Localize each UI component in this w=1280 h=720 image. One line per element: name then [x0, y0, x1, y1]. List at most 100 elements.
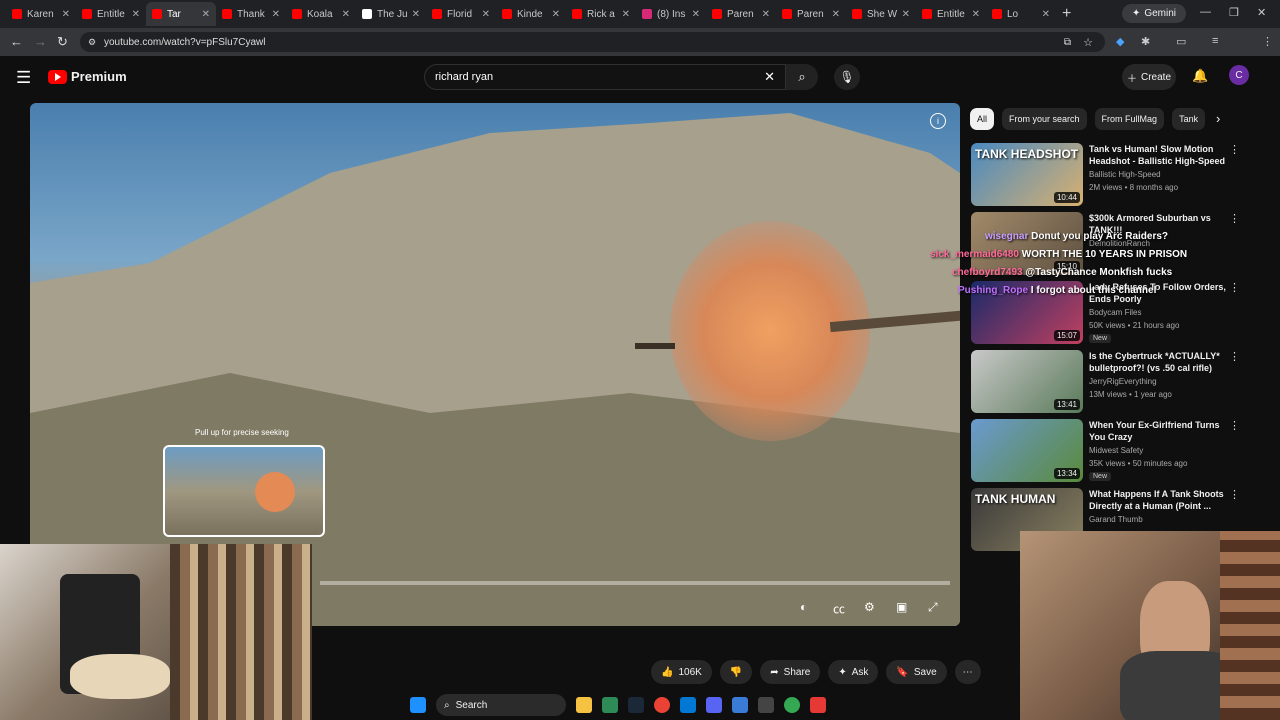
channel-name[interactable]: Garand Thumb: [1089, 515, 1143, 524]
progress-bar[interactable]: [320, 581, 950, 585]
close-tab-icon[interactable]: ✕: [832, 9, 840, 20]
video-thumbnail[interactable]: 13:34: [971, 419, 1083, 482]
app-icon-3[interactable]: [732, 697, 748, 713]
steam-icon[interactable]: [628, 697, 644, 713]
channel-name[interactable]: Bodycam Files: [1089, 308, 1141, 317]
video-thumbnail[interactable]: 15:10: [971, 212, 1083, 275]
close-tab-icon[interactable]: ✕: [62, 9, 70, 20]
miniplayer-icon[interactable]: ▣: [896, 600, 907, 614]
restore-icon[interactable]: ❐: [1229, 6, 1239, 19]
url-field[interactable]: ⚙ youtube.com/watch?v=pFSlu7Cyawl ⧉ ☆: [80, 32, 1105, 52]
browser-tab[interactable]: Tar ✕: [146, 2, 216, 26]
back-icon[interactable]: ←: [10, 34, 23, 49]
windows-start-icon[interactable]: [410, 697, 426, 713]
more-options-icon[interactable]: ⋮: [1229, 143, 1240, 156]
chip-0[interactable]: All: [970, 108, 995, 130]
close-window-icon[interactable]: ✕: [1257, 6, 1266, 19]
close-tab-icon[interactable]: ✕: [1042, 9, 1050, 20]
browser-tab[interactable]: Entitle ✕: [76, 2, 146, 26]
channel-name[interactable]: Midwest Safety: [1089, 446, 1143, 455]
browser-tab[interactable]: (8) Ins ✕: [636, 2, 706, 26]
more-options-icon[interactable]: ⋮: [1229, 281, 1240, 294]
video-title[interactable]: When Your Ex-Girlfriend Turns You Crazy: [1089, 419, 1229, 443]
reload-icon[interactable]: ↻: [57, 34, 68, 50]
captions-icon[interactable]: ㏄: [833, 600, 845, 617]
browser-tab[interactable]: Paren ✕: [706, 2, 776, 26]
channel-name[interactable]: JerryRigEverything: [1089, 377, 1157, 386]
create-button[interactable]: ＋ Create: [1122, 64, 1176, 90]
chrome-icon-2[interactable]: [784, 697, 800, 713]
more-actions-button[interactable]: ⋯: [954, 660, 981, 684]
video-thumbnail[interactable]: TANK HEADSHOT 10:44: [971, 143, 1083, 206]
autoplay-toggle-icon[interactable]: ◐: [800, 600, 807, 614]
close-tab-icon[interactable]: ✕: [622, 9, 630, 20]
save-button[interactable]: 🔖 Save: [886, 660, 947, 684]
hamburger-menu-icon[interactable]: ☰: [16, 68, 31, 88]
close-tab-icon[interactable]: ✕: [762, 9, 770, 20]
bookmark-star-icon[interactable]: ☆: [1083, 36, 1093, 49]
gemini-button[interactable]: ✦ Gemini: [1122, 4, 1186, 23]
install-icon[interactable]: ⧉: [1064, 37, 1071, 48]
close-tab-icon[interactable]: ✕: [902, 9, 910, 20]
browser-tab[interactable]: Kinde ✕: [496, 2, 566, 26]
minimize-icon[interactable]: —: [1200, 6, 1211, 18]
close-tab-icon[interactable]: ✕: [272, 9, 280, 20]
video-title[interactable]: Is the Cybertruck *ACTUALLY* bulletproof…: [1089, 350, 1229, 374]
voice-search-button[interactable]: 🎙: [834, 64, 860, 90]
fullscreen-icon[interactable]: ⤢: [928, 600, 938, 615]
recommended-video[interactable]: TANK HEADSHOT 10:44 Tank vs Human! Slow Mo…: [971, 143, 1261, 207]
like-button[interactable]: 👍 106K: [651, 660, 712, 684]
search-button[interactable]: ⌕: [786, 64, 818, 90]
channel-name[interactable]: Ballistic High-Speed: [1089, 170, 1161, 179]
video-title[interactable]: What Happens If A Tank Shoots Directly a…: [1089, 488, 1229, 512]
close-tab-icon[interactable]: ✕: [342, 9, 350, 20]
sidebar-icon[interactable]: ▭: [1176, 35, 1186, 48]
browser-tab[interactable]: Thank ✕: [216, 2, 286, 26]
app-icon-4[interactable]: [758, 697, 774, 713]
youtube-premium-logo[interactable]: Premium: [48, 69, 127, 84]
info-icon[interactable]: i: [930, 113, 946, 129]
ask-button[interactable]: ✦ Ask: [828, 660, 879, 684]
video-title[interactable]: Tank vs Human! Slow Motion Headshot - Ba…: [1089, 143, 1229, 167]
clear-search-icon[interactable]: ✕: [764, 69, 775, 85]
site-info-icon[interactable]: ⚙: [88, 37, 96, 48]
file-explorer-icon[interactable]: [576, 697, 592, 713]
app-icon[interactable]: [602, 697, 618, 713]
close-tab-icon[interactable]: ✕: [552, 9, 560, 20]
media-icon[interactable]: ≡: [1212, 35, 1218, 47]
browser-tab[interactable]: Entitle ✕: [916, 2, 986, 26]
browser-tab[interactable]: Paren ✕: [776, 2, 846, 26]
kebab-menu-icon[interactable]: ⋮: [1262, 35, 1273, 48]
browser-tab[interactable]: Koala ✕: [286, 2, 356, 26]
chip-3[interactable]: Tank: [1172, 108, 1206, 130]
close-tab-icon[interactable]: ✕: [692, 9, 700, 20]
discord-icon[interactable]: [706, 697, 722, 713]
new-tab-button[interactable]: +: [1062, 5, 1071, 23]
taskbar-search[interactable]: ⌕ Search: [436, 694, 566, 716]
recommended-video[interactable]: 13:34 When Your Ex-Girlfriend Turns You C…: [971, 419, 1261, 483]
browser-tab[interactable]: Karen ✕: [6, 2, 76, 26]
app-icon-5[interactable]: [810, 697, 826, 713]
close-tab-icon[interactable]: ✕: [202, 9, 210, 20]
settings-gear-icon[interactable]: ⚙: [864, 600, 875, 614]
more-options-icon[interactable]: ⋮: [1229, 488, 1240, 501]
chrome-icon[interactable]: [654, 697, 670, 713]
close-tab-icon[interactable]: ✕: [132, 9, 140, 20]
close-tab-icon[interactable]: ✕: [482, 9, 490, 20]
forward-icon[interactable]: →: [34, 34, 47, 49]
browser-tab[interactable]: Lo ✕: [986, 2, 1056, 26]
share-button[interactable]: ➦ Share: [760, 660, 821, 684]
browser-tab[interactable]: The Ju ✕: [356, 2, 426, 26]
recommended-video[interactable]: 13:41 Is the Cybertruck *ACTUALLY* bullet…: [971, 350, 1261, 414]
chip-1[interactable]: From your search: [1002, 108, 1087, 130]
more-options-icon[interactable]: ⋮: [1229, 212, 1240, 225]
more-options-icon[interactable]: ⋮: [1229, 419, 1240, 432]
chip-2[interactable]: From FullMag: [1094, 108, 1165, 130]
more-options-icon[interactable]: ⋮: [1229, 350, 1240, 363]
account-avatar[interactable]: C: [1229, 65, 1249, 85]
close-tab-icon[interactable]: ✕: [412, 9, 420, 20]
search-input[interactable]: richard ryan ✕: [424, 64, 786, 90]
video-thumbnail[interactable]: 13:41: [971, 350, 1083, 413]
notifications-bell-icon[interactable]: 🔔: [1192, 68, 1208, 84]
browser-tab[interactable]: She W ✕: [846, 2, 916, 26]
